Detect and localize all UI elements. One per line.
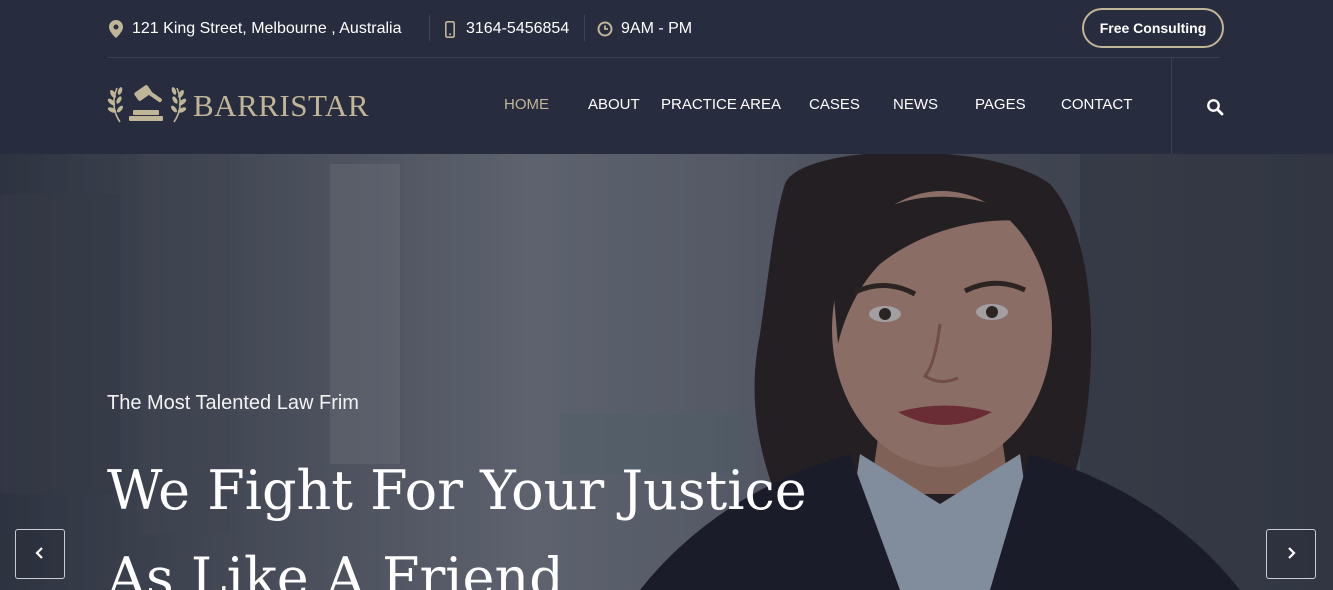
hero-subtitle: The Most Talented Law Frim <box>107 392 359 414</box>
nav-divider <box>1171 58 1172 154</box>
divider <box>584 15 585 41</box>
mobile-phone-icon <box>441 20 459 38</box>
address-info: 121 King Street, Melbourne , Australia <box>107 0 402 58</box>
brand-logo[interactable]: BARRISTAR <box>107 84 369 128</box>
chevron-right-icon <box>1286 544 1296 565</box>
gavel-laurel-icon <box>107 82 187 131</box>
address-text: 121 King Street, Melbourne , Australia <box>132 20 402 37</box>
divider <box>429 15 430 41</box>
nav-practice-area[interactable]: PRACTICE AREA <box>661 96 781 113</box>
nav-pages[interactable]: PAGES <box>975 96 1026 113</box>
phone-text[interactable]: 3164-5456854 <box>466 20 569 38</box>
nav-contact[interactable]: CONTACT <box>1061 96 1132 113</box>
hero-title-line1: We Fight For Your Justice <box>107 459 807 522</box>
hero-overlay <box>0 154 1333 590</box>
free-consulting-button[interactable]: Free Consulting <box>1082 8 1224 48</box>
main-navbar: BARRISTAR HOME ABOUT PRACTICE AREA CASES… <box>0 58 1333 154</box>
hero-slider: The Most Talented Law Frim We Fight For … <box>0 154 1333 590</box>
search-icon[interactable] <box>1206 98 1226 118</box>
brand-name: BARRISTAR <box>193 88 369 123</box>
clock-icon <box>596 20 614 38</box>
hero-title-line2: As Like A Friend <box>107 546 564 590</box>
slider-next-button[interactable] <box>1266 529 1316 579</box>
chevron-left-icon <box>35 544 45 565</box>
slider-prev-button[interactable] <box>15 529 65 579</box>
hours-text: 9AM - PM <box>621 20 693 37</box>
top-bar: 121 King Street, Melbourne , Australia 3… <box>0 0 1333 58</box>
hours-info: 9AM - PM <box>596 0 692 58</box>
map-pin-icon <box>107 20 125 38</box>
top-bar-inner: 121 King Street, Melbourne , Australia 3… <box>107 0 1220 58</box>
nav-home[interactable]: HOME <box>504 96 549 113</box>
nav-cases[interactable]: CASES <box>809 96 860 113</box>
phone-info: 3164-5456854 <box>441 0 569 58</box>
nav-about[interactable]: ABOUT <box>588 96 640 113</box>
nav-news[interactable]: NEWS <box>893 96 938 113</box>
